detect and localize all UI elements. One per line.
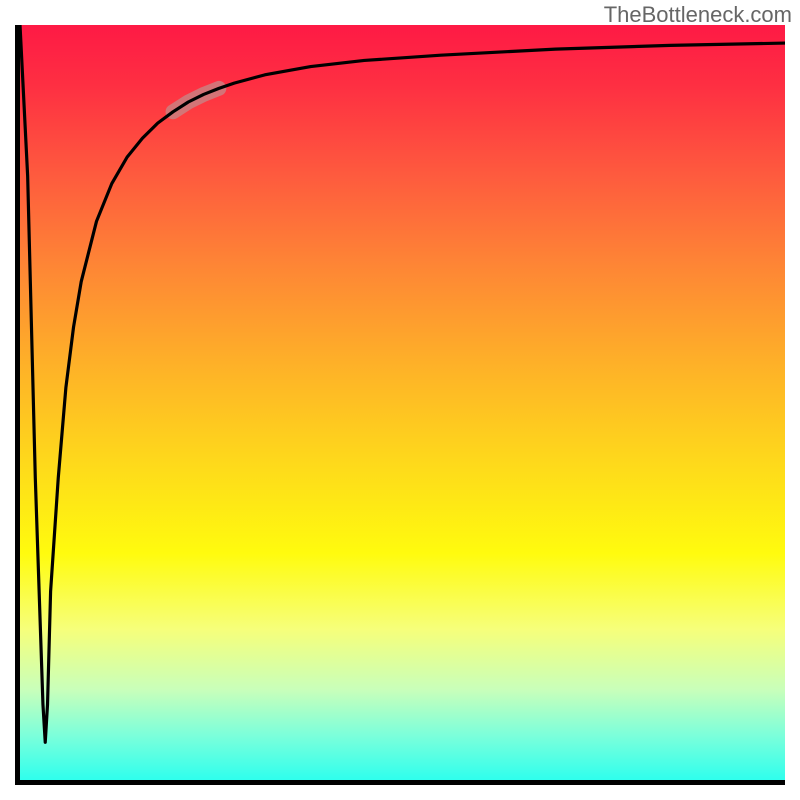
bottleneck-curve	[20, 25, 785, 742]
chart-container: TheBottleneck.com	[0, 0, 800, 800]
curve-layer	[20, 25, 785, 780]
plot-area	[15, 25, 785, 785]
